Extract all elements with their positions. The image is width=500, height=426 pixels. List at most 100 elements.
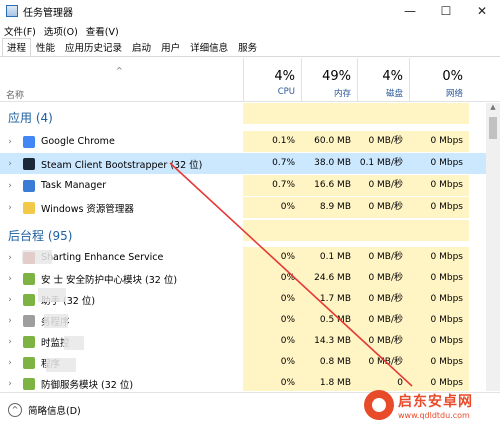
expand-chevron-icon[interactable]: ›: [3, 253, 17, 263]
column-network[interactable]: 0% 网络: [409, 58, 469, 102]
cpu-percent: 4%: [274, 69, 295, 84]
memory-value: 38.0 MB: [301, 153, 357, 174]
network-percent: 0%: [442, 69, 463, 84]
expand-chevron-icon[interactable]: ›: [3, 358, 17, 368]
menu-file[interactable]: 文件(F): [0, 24, 40, 38]
table-row[interactable]: › Task Manager 0.7% 16.6 MB 0 MB/秒 0 Mbps: [0, 175, 486, 196]
group-title-background[interactable]: 后台程 (95): [8, 227, 72, 244]
tab-details[interactable]: 详细信息: [185, 38, 233, 56]
chevron-up-icon[interactable]: ^: [8, 402, 22, 417]
table-row[interactable]: › 安 士 安全防护中心模块 (32 位) 0% 24.6 MB 0 MB/秒 0 Mbp…: [0, 268, 486, 289]
tab-services[interactable]: 服务: [233, 38, 262, 56]
network-value: 0 Mbps: [409, 289, 469, 310]
cpu-value: 0%: [243, 352, 301, 373]
memory-value: 14.3 MB: [301, 331, 357, 352]
menu-view[interactable]: 查看(V): [82, 24, 123, 38]
network-value: 0 Mbps: [409, 197, 469, 218]
cpu-value: 0%: [243, 197, 301, 218]
disk-value: 0 MB/秒: [357, 310, 409, 331]
disk-percent: 4%: [382, 69, 403, 84]
table-row[interactable]: › Sharting Enhance Service 0% 0.1 MB 0 MB/秒 0…: [0, 247, 486, 268]
tab-startup[interactable]: 启动: [127, 38, 156, 56]
process-icon: [23, 293, 35, 306]
fewer-details-link[interactable]: 简略信息(D): [28, 403, 81, 417]
column-header: ^ 名称 4% CPU 49% 内存 4% 磁盘 0% 网络: [0, 58, 500, 102]
process-name: Windows 资源管理器: [41, 203, 134, 215]
sort-arrow-icon[interactable]: ^: [116, 66, 123, 75]
memory-value: 8.9 MB: [301, 197, 357, 218]
column-memory[interactable]: 49% 内存: [301, 58, 357, 102]
cpu-value: 0%: [243, 247, 301, 268]
cpu-value: 0%: [243, 310, 301, 331]
network-value: 0 Mbps: [409, 331, 469, 352]
vertical-scrollbar[interactable]: ▲: [486, 103, 500, 391]
cpu-value: 0%: [243, 373, 301, 391]
window-controls: — ☐ ✕: [392, 0, 500, 22]
tab-app-history[interactable]: 应用历史记录: [60, 38, 127, 56]
group-row-fill: [243, 103, 469, 124]
scroll-thumb[interactable]: [489, 117, 497, 139]
process-name: 防御服务模块 (32 位): [41, 379, 134, 391]
memory-value: 16.6 MB: [301, 175, 357, 196]
process-icon: [23, 272, 35, 285]
redaction-blur: [44, 314, 68, 328]
process-icon: [23, 314, 35, 327]
expand-chevron-icon[interactable]: ›: [3, 203, 17, 213]
minimize-button[interactable]: —: [392, 0, 428, 22]
process-name: Steam Client Bootstrapper (32 位): [41, 159, 203, 171]
process-name-cell: › 安 士 安全防护中心模块 (32 位): [0, 268, 243, 289]
column-disk[interactable]: 4% 磁盘: [357, 58, 409, 102]
memory-value: 60.0 MB: [301, 131, 357, 152]
disk-value: 0 MB/秒: [357, 175, 409, 196]
table-row[interactable]: › 助手 (32 位) 0% 1.7 MB 0 MB/秒 0 Mbps: [0, 289, 486, 310]
table-row[interactable]: › Steam Client Bootstrapper (32 位) 0.7% 38.…: [0, 153, 486, 174]
cpu-value: 0%: [243, 268, 301, 289]
column-name[interactable]: 名称: [6, 88, 24, 101]
table-row[interactable]: › Google Chrome 0.1% 60.0 MB 0 MB/秒 0 Mbps: [0, 131, 486, 152]
expand-chevron-icon[interactable]: ›: [3, 316, 17, 326]
group-row-fill: [243, 220, 469, 241]
expand-chevron-icon[interactable]: ›: [3, 159, 17, 169]
cpu-value: 0%: [243, 289, 301, 310]
redaction-blur: [22, 250, 52, 264]
tab-users[interactable]: 用户: [156, 38, 185, 56]
tab-bar: 进程 性能 应用历史记录 启动 用户 详细信息 服务: [0, 38, 500, 57]
process-name-cell: ›程序: [0, 352, 243, 373]
memory-value: 1.8 MB: [301, 373, 357, 391]
scroll-up-arrow-icon[interactable]: ▲: [486, 103, 500, 115]
memory-value: 0.1 MB: [301, 247, 357, 268]
expand-chevron-icon[interactable]: ›: [3, 379, 17, 389]
watermark-logo: [364, 390, 394, 420]
expand-chevron-icon[interactable]: ›: [3, 181, 17, 191]
process-name-cell: › 助手 (32 位): [0, 289, 243, 310]
expand-chevron-icon[interactable]: ›: [3, 137, 17, 147]
expand-chevron-icon[interactable]: ›: [3, 274, 17, 284]
menu-options[interactable]: 选项(O): [40, 24, 82, 38]
maximize-button[interactable]: ☐: [428, 0, 464, 22]
memory-value: 0.5 MB: [301, 310, 357, 331]
network-value: 0 Mbps: [409, 153, 469, 174]
redaction-blur: [46, 358, 76, 372]
window-title: 任务管理器: [23, 7, 73, 19]
tab-processes[interactable]: 进程: [2, 38, 32, 56]
network-value: 0 Mbps: [409, 268, 469, 289]
memory-percent: 49%: [322, 69, 351, 84]
cpu-value: 0.7%: [243, 175, 301, 196]
process-name-cell: › Steam Client Bootstrapper (32 位): [0, 153, 243, 174]
memory-label: 内存: [333, 89, 351, 99]
table-row[interactable]: › Windows 资源管理器 0% 8.9 MB 0 MB/秒 0 Mbps: [0, 197, 486, 218]
process-icon: [23, 157, 35, 170]
close-button[interactable]: ✕: [464, 0, 500, 22]
redaction-blur: [38, 288, 66, 302]
memory-value: 1.7 MB: [301, 289, 357, 310]
expand-chevron-icon[interactable]: ›: [3, 337, 17, 347]
disk-value: 0 MB/秒: [357, 197, 409, 218]
process-icon: [23, 179, 35, 192]
group-title-apps[interactable]: 应用 (4): [8, 109, 53, 126]
expand-chevron-icon[interactable]: ›: [3, 295, 17, 305]
process-name-cell: › Google Chrome: [0, 131, 243, 152]
cpu-label: CPU: [277, 87, 295, 97]
tab-performance[interactable]: 性能: [31, 38, 60, 56]
column-cpu[interactable]: 4% CPU: [243, 58, 301, 102]
table-row[interactable]: ›务程序0%0.5 MB0 MB/秒0 Mbps: [0, 310, 486, 331]
